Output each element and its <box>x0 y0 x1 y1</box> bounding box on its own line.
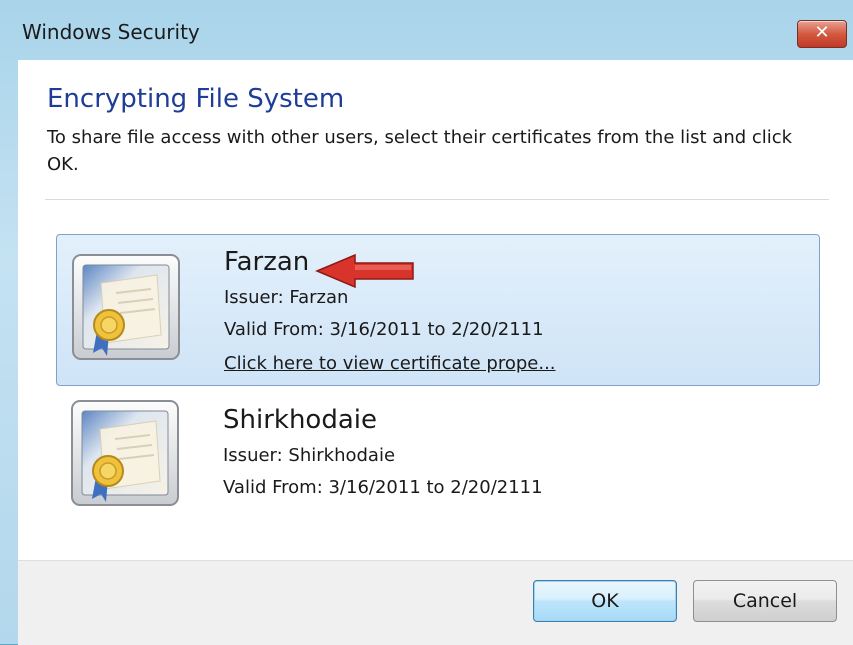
windows-security-dialog: Windows Security ✕ Encrypting File Syste… <box>0 0 853 645</box>
certificate-validity: Valid From: 3/16/2011 to 2/20/2111 <box>224 319 544 340</box>
window-title: Windows Security <box>22 20 200 44</box>
certificate-item-farzan[interactable]: Farzan Issuer: Farzan Valid From: 3/16/2… <box>56 234 820 386</box>
certificate-issuer: Issuer: Farzan <box>224 287 349 308</box>
certificate-validity: Valid From: 3/16/2011 to 2/20/2111 <box>223 477 543 498</box>
certificate-name: Farzan <box>224 247 310 277</box>
title-bar[interactable]: Windows Security ✕ <box>0 0 853 62</box>
ok-button[interactable]: OK <box>533 580 677 622</box>
close-button[interactable]: ✕ <box>797 20 847 48</box>
cancel-button[interactable]: Cancel <box>693 580 837 622</box>
certificate-icon <box>71 400 179 506</box>
dialog-heading: Encrypting File System <box>47 84 345 114</box>
view-certificate-properties-link[interactable]: Click here to view certificate prope... <box>224 353 556 374</box>
certificate-item-shirkhodaie[interactable]: Shirkhodaie Issuer: Shirkhodaie Valid Fr… <box>56 395 820 547</box>
dialog-footer: OK Cancel <box>18 560 853 645</box>
red-arrow-icon <box>315 253 414 289</box>
divider <box>45 199 829 200</box>
certificate-issuer: Issuer: Shirkhodaie <box>223 445 396 466</box>
certificate-icon <box>72 254 180 360</box>
certificate-name: Shirkhodaie <box>223 405 377 435</box>
dialog-instructions: To share file access with other users, s… <box>47 127 793 175</box>
dialog-content: Encrypting File System To share file acc… <box>18 60 853 560</box>
close-icon: ✕ <box>814 22 830 43</box>
